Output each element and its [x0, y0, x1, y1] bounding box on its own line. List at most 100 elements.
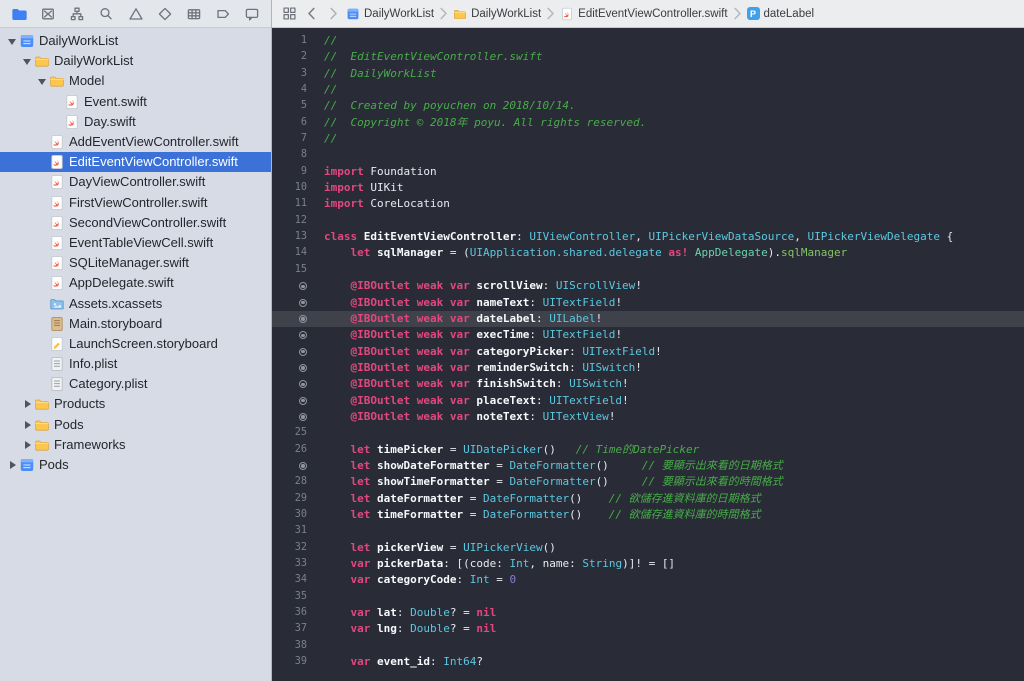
gutter-line-number[interactable]: 11 [272, 196, 313, 212]
gutter-line-number[interactable]: 26 [272, 442, 313, 458]
code-line[interactable]: 9 import Foundation [272, 164, 1024, 180]
breadcrumb-item-dailyworklist[interactable]: DailyWorkList [451, 7, 543, 21]
gutter-line-number[interactable]: 7 [272, 131, 313, 147]
sidebar-item-category-plist[interactable]: Category.plist [0, 374, 271, 394]
code-line[interactable]: 3 // DailyWorkList [272, 66, 1024, 82]
gutter-line-number[interactable]: 34 [272, 572, 313, 588]
code-line[interactable]: 8 [272, 147, 1024, 163]
sidebar-item-pods[interactable]: Pods [0, 455, 271, 475]
code-line[interactable]: 13 class EditEventViewController: UIViewC… [272, 229, 1024, 245]
sidebar-item-dailyworklist[interactable]: DailyWorkList [0, 51, 271, 71]
gutter-line-number[interactable]: 8 [272, 147, 313, 163]
sidebar-item-info-plist[interactable]: Info.plist [0, 354, 271, 374]
code-line[interactable]: @IBOutlet weak var noteText: UITextView! [272, 409, 1024, 425]
gutter-line-number[interactable]: 9 [272, 164, 313, 180]
source-control-navigator-icon[interactable] [38, 4, 58, 24]
related-items-icon[interactable] [278, 3, 300, 25]
project-navigator-icon[interactable] [9, 4, 29, 24]
sidebar-item-dailyworklist[interactable]: DailyWorkList [0, 31, 271, 51]
code-line[interactable]: 6 // Copyright © 2018年 poyu. All rights r… [272, 115, 1024, 131]
breakpoint-navigator-icon[interactable] [213, 4, 233, 24]
gutter-line-number[interactable]: 28 [272, 474, 313, 490]
code-line[interactable]: 35 [272, 589, 1024, 605]
sidebar-item-secondviewcontroller-swift[interactable]: SecondViewController.swift [0, 213, 271, 233]
sidebar-item-addeventviewcontroller-swift[interactable]: AddEventViewController.swift [0, 132, 271, 152]
gutter-line-number[interactable]: 14 [272, 245, 313, 261]
code-line[interactable]: 32 let pickerView = UIPickerView() [272, 540, 1024, 556]
breadcrumb-item-dailyworklist[interactable]: DailyWorkList [344, 7, 436, 21]
issue-navigator-icon[interactable] [126, 4, 146, 24]
disclosure-triangle-icon[interactable] [21, 56, 32, 67]
disclosure-triangle-icon[interactable] [6, 36, 17, 47]
gutter-line-number[interactable]: 13 [272, 229, 313, 245]
code-line[interactable]: 4 // [272, 82, 1024, 98]
disclosure-triangle-icon[interactable] [21, 399, 32, 410]
code-line[interactable]: 39 var event_id: Int64? [272, 654, 1024, 670]
code-line[interactable]: 1 // [272, 33, 1024, 49]
sidebar-item-editeventviewcontroller-swift[interactable]: EditEventViewController.swift [0, 152, 271, 173]
symbol-navigator-icon[interactable] [67, 4, 87, 24]
code-line[interactable]: 26 let timePicker = UIDatePicker() // Ti… [272, 442, 1024, 458]
sidebar-item-frameworks[interactable]: Frameworks [0, 435, 271, 455]
report-navigator-icon[interactable] [242, 4, 262, 24]
gutter-line-number[interactable]: 10 [272, 180, 313, 196]
gutter-line-number[interactable]: 36 [272, 605, 313, 621]
gutter-line-number[interactable]: 38 [272, 638, 313, 654]
code-line[interactable]: 10 import UIKit [272, 180, 1024, 196]
gutter-line-number[interactable]: 12 [272, 213, 313, 229]
gutter-line-number[interactable]: 4 [272, 82, 313, 98]
sidebar-item-sqlitemanager-swift[interactable]: SQLiteManager.swift [0, 253, 271, 273]
sidebar-item-dayviewcontroller-swift[interactable]: DayViewController.swift [0, 172, 271, 192]
go-forward-icon[interactable] [322, 3, 344, 25]
gutter-line-number[interactable]: 29 [272, 491, 313, 507]
gutter-outlet-connector[interactable] [272, 360, 313, 376]
test-navigator-icon[interactable] [155, 4, 175, 24]
code-line[interactable]: @IBOutlet weak var placeText: UITextFiel… [272, 393, 1024, 409]
code-line[interactable]: 5 // Created by poyuchen on 2018/10/14. [272, 98, 1024, 114]
code-line[interactable]: 38 [272, 638, 1024, 654]
sidebar-item-assets-xcassets[interactable]: Assets.xcassets [0, 293, 271, 313]
disclosure-triangle-icon[interactable] [36, 76, 47, 87]
sidebar-item-pods[interactable]: Pods [0, 415, 271, 435]
gutter-line-number[interactable]: 25 [272, 425, 313, 441]
sidebar-item-appdelegate-swift[interactable]: AppDelegate.swift [0, 273, 271, 293]
gutter-line-number[interactable]: 6 [272, 115, 313, 131]
gutter-outlet-connector[interactable] [272, 393, 313, 409]
gutter-outlet-connector[interactable] [272, 409, 313, 425]
gutter-line-number[interactable]: 1 [272, 33, 313, 49]
sidebar-item-products[interactable]: Products [0, 394, 271, 414]
sidebar-item-day-swift[interactable]: Day.swift [0, 112, 271, 132]
code-line[interactable]: 12 [272, 213, 1024, 229]
go-back-icon[interactable] [300, 3, 322, 25]
code-line[interactable]: let showDateFormatter = DateFormatter() … [272, 458, 1024, 474]
gutter-line-number[interactable]: 15 [272, 262, 313, 278]
gutter-outlet-connector[interactable] [272, 458, 313, 474]
gutter-line-number[interactable]: 35 [272, 589, 313, 605]
debug-navigator-icon[interactable] [184, 4, 204, 24]
code-line[interactable]: 7 // [272, 131, 1024, 147]
gutter-line-number[interactable]: 30 [272, 507, 313, 523]
code-line[interactable]: @IBOutlet weak var scrollView: UIScrollV… [272, 278, 1024, 294]
gutter-outlet-connector[interactable] [272, 278, 313, 294]
code-line[interactable]: 2 // EditEventViewController.swift [272, 49, 1024, 65]
gutter-line-number[interactable]: 31 [272, 523, 313, 539]
code-line[interactable]: 25 [272, 425, 1024, 441]
code-line[interactable]: 15 [272, 262, 1024, 278]
gutter-line-number[interactable]: 2 [272, 49, 313, 65]
gutter-line-number[interactable]: 3 [272, 66, 313, 82]
code-line[interactable]: 28 let showTimeFormatter = DateFormatter… [272, 474, 1024, 490]
breadcrumb-item-datelabel[interactable]: PdateLabel [745, 7, 817, 20]
code-line[interactable]: 36 var lat: Double? = nil [272, 605, 1024, 621]
sidebar-item-eventtableviewcell-swift[interactable]: EventTableViewCell.swift [0, 233, 271, 253]
disclosure-triangle-icon[interactable] [21, 419, 32, 430]
code-line[interactable]: 33 var pickerData: [(code: Int, name: St… [272, 556, 1024, 572]
gutter-outlet-connector[interactable] [272, 344, 313, 360]
code-line[interactable]: @IBOutlet weak var execTime: UITextField… [272, 327, 1024, 343]
code-line-current[interactable]: @IBOutlet weak var dateLabel: UILabel! [272, 310, 1024, 328]
sidebar-item-model[interactable]: Model [0, 71, 271, 91]
code-line[interactable]: 37 var lng: Double? = nil [272, 621, 1024, 637]
gutter-outlet-connector[interactable] [272, 295, 313, 311]
disclosure-triangle-icon[interactable] [6, 460, 17, 471]
code-line[interactable]: 29 let dateFormatter = DateFormatter() /… [272, 491, 1024, 507]
gutter-outlet-connector[interactable] [272, 376, 313, 392]
